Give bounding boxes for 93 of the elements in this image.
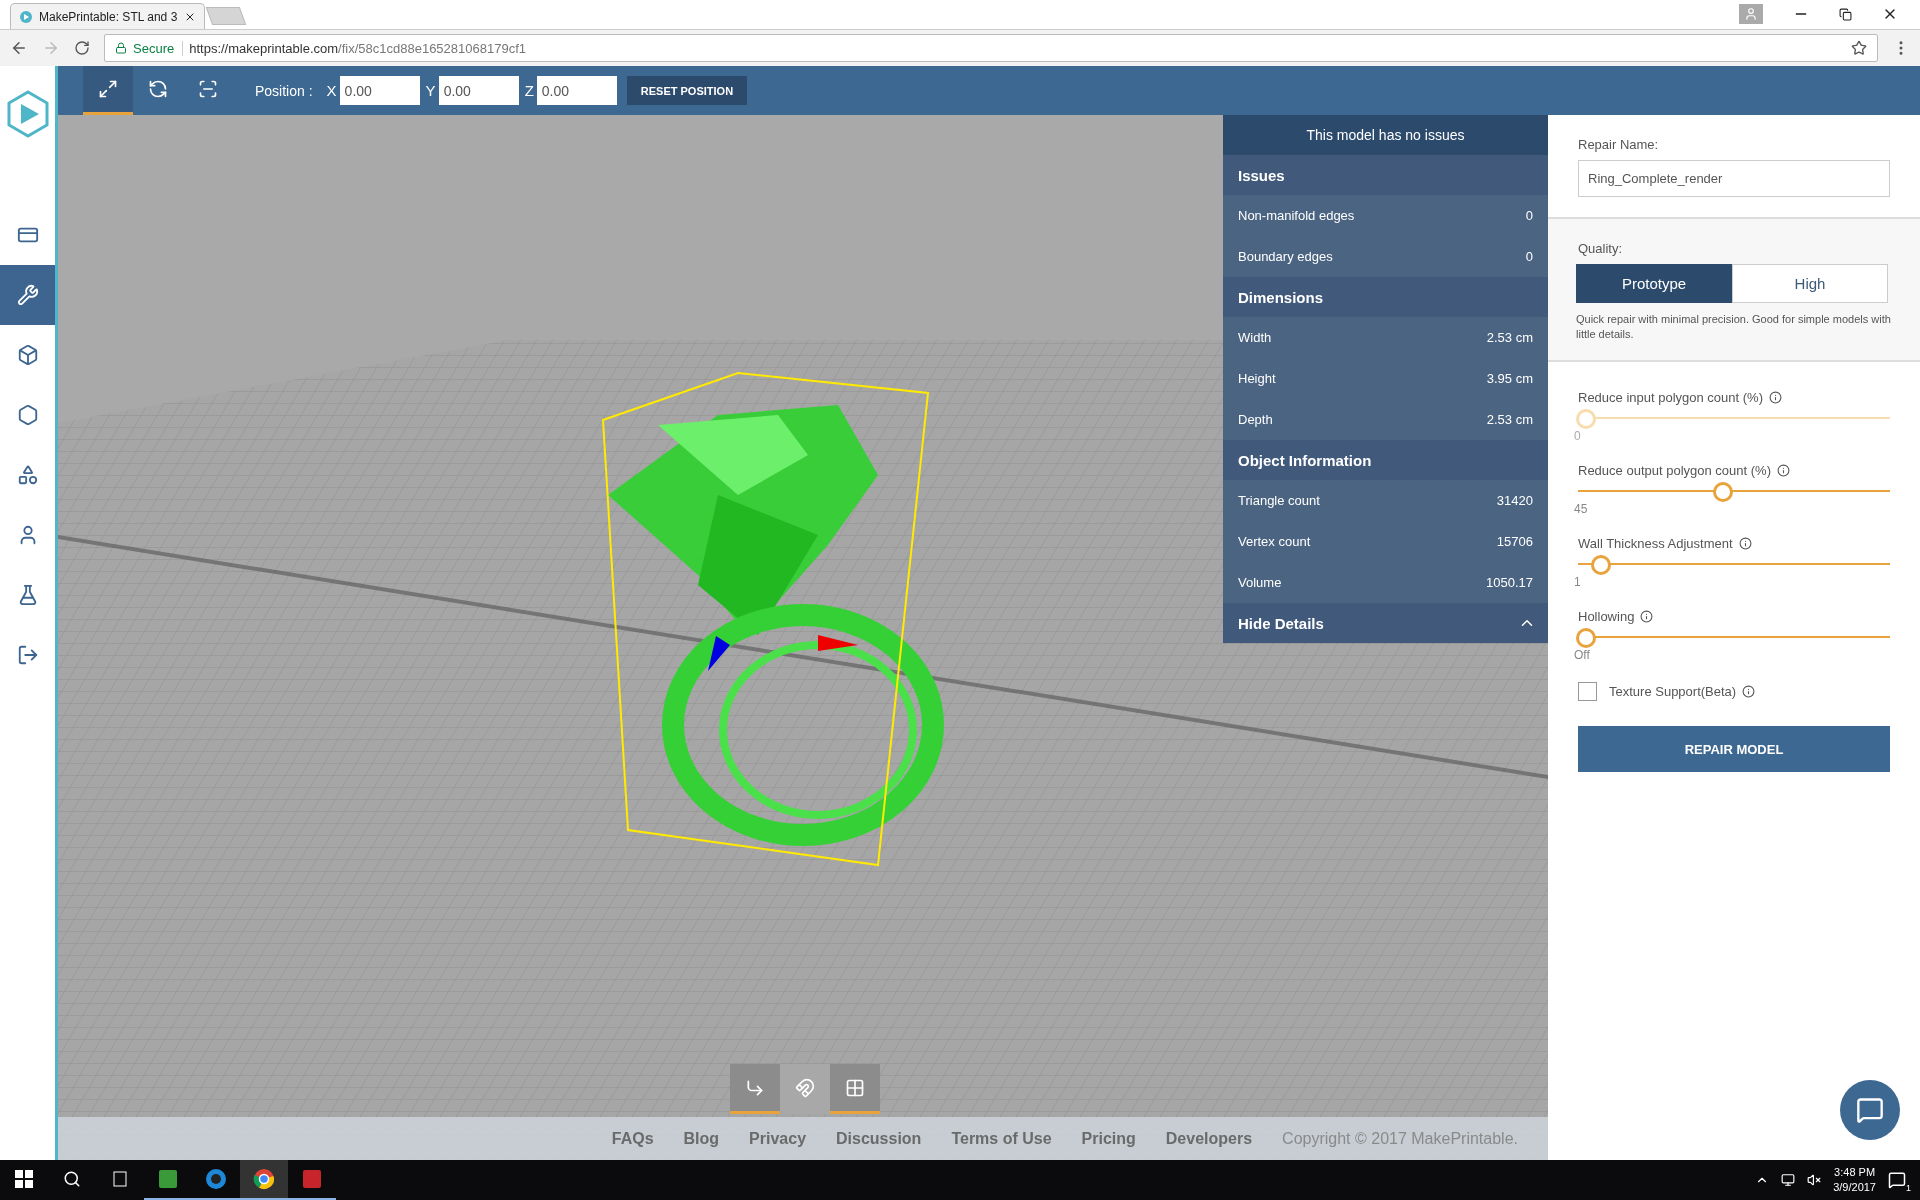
- coordinate-field[interactable]: 0.00: [536, 76, 617, 105]
- chat-button[interactable]: [1840, 1080, 1900, 1140]
- quality-option[interactable]: High: [1732, 264, 1888, 303]
- notification-icon[interactable]: [1888, 1171, 1906, 1189]
- cube-icon: [16, 344, 39, 366]
- info-label: Depth: [1238, 412, 1273, 427]
- copyright-text: Copyright © 2017 MakePrintable.: [1282, 1129, 1518, 1148]
- info-label: Triangle count: [1238, 493, 1320, 508]
- frame-icon: [198, 79, 218, 99]
- chat-icon: [1856, 1096, 1884, 1124]
- info-icon[interactable]: [1738, 537, 1752, 550]
- view-tool-button[interactable]: [830, 1064, 880, 1114]
- axis-label: Y: [425, 82, 436, 99]
- back-icon[interactable]: [10, 39, 28, 57]
- app-icon[interactable]: [205, 1168, 227, 1190]
- clock-time: 3:48 PM: [1833, 1165, 1876, 1180]
- network-icon[interactable]: [1781, 1173, 1796, 1187]
- search-icon[interactable]: [63, 1170, 81, 1188]
- reload-icon[interactable]: [74, 40, 90, 56]
- info-label: Vertex count: [1238, 534, 1311, 549]
- slider-label: Reduce input polygon count (%): [1578, 390, 1763, 405]
- quality-option[interactable]: Prototype: [1576, 264, 1732, 303]
- bookmark-icon[interactable]: [1851, 40, 1867, 56]
- windows-start-icon[interactable]: [15, 1170, 33, 1188]
- slider-value: 0: [1574, 429, 1581, 443]
- wrench-icon: [16, 284, 39, 306]
- axis-label: X: [326, 82, 337, 99]
- grid-icon: [845, 1077, 865, 1098]
- browser-tab[interactable]: MakePrintable: STL and 3: [10, 3, 205, 29]
- url-text: https://makeprintable.com/fix/58c1cd88e165281068179cf1: [189, 40, 526, 56]
- notification-count: 1: [1906, 1183, 1911, 1193]
- logo-icon: [5, 90, 50, 138]
- favicon-icon: [19, 9, 33, 24]
- secure-label: Secure: [133, 40, 184, 56]
- slider-label: Reduce output polygon count (%): [1578, 463, 1771, 478]
- info-icon[interactable]: [1742, 685, 1756, 698]
- toolbar-button[interactable]: [83, 66, 133, 115]
- info-value: 1050.17: [1486, 575, 1533, 590]
- address-bar[interactable]: Secure https://makeprintable.com/fix/58c1cd88e165281068179cf1: [104, 34, 1878, 62]
- checkbox-label: Texture Support(Beta): [1609, 684, 1737, 699]
- app-icon[interactable]: [301, 1168, 323, 1190]
- volume-muted-icon[interactable]: [1807, 1173, 1822, 1187]
- info-value: 31420: [1496, 493, 1533, 508]
- slider-label: Hollowing: [1578, 609, 1635, 624]
- info-value: 2.53 cm: [1486, 412, 1533, 427]
- expand-icon: [98, 79, 118, 99]
- coordinate-field[interactable]: 0.00: [438, 76, 519, 105]
- slider-value: 1: [1574, 575, 1581, 589]
- slider[interactable]: [1578, 482, 1890, 500]
- restore-icon[interactable]: [1839, 7, 1852, 21]
- clock-date: 3/9/2017: [1833, 1180, 1876, 1195]
- browser-app-icon[interactable]: [253, 1168, 275, 1190]
- slider[interactable]: [1578, 628, 1890, 646]
- task-view-icon[interactable]: [110, 1171, 130, 1187]
- section-heading: Object Information: [1223, 440, 1548, 480]
- info-value: 3.95 cm: [1486, 371, 1533, 386]
- section-heading: Issues: [1223, 155, 1548, 195]
- info-icon[interactable]: [1640, 610, 1654, 623]
- reset-position-button[interactable]: RESET POSITION: [626, 76, 748, 105]
- slider-label: Wall Thickness Adjustment: [1578, 536, 1733, 551]
- lock-icon: [115, 42, 127, 54]
- rotate-icon: [148, 79, 168, 99]
- details-toggle[interactable]: Hide Details: [1223, 603, 1548, 643]
- sidebar-item[interactable]: [0, 265, 55, 325]
- info-label: Volume: [1238, 575, 1282, 590]
- info-value: 0: [1525, 249, 1533, 264]
- magnet-icon: [795, 1077, 815, 1098]
- info-value: 15706: [1496, 534, 1533, 549]
- repair-model-button[interactable]: REPAIR MODEL: [1578, 726, 1890, 772]
- quality-hint: Quick repair with minimal precision. Good for simple models with little details.: [1576, 312, 1892, 342]
- app-icon[interactable]: [157, 1168, 179, 1190]
- info-label: Boundary edges: [1238, 249, 1333, 264]
- slider-value: 45: [1574, 502, 1588, 516]
- axis-label: Z: [524, 82, 534, 99]
- section-heading: Dimensions: [1223, 277, 1548, 317]
- field-label: Repair Name:: [1578, 137, 1660, 152]
- info-label: Non-manifold edges: [1238, 208, 1355, 223]
- info-label: Height: [1238, 371, 1276, 386]
- info-icon[interactable]: [1776, 464, 1790, 477]
- info-icon[interactable]: [1769, 391, 1782, 404]
- field-label: Quality:: [1578, 241, 1624, 256]
- position-label: Position :: [255, 82, 313, 99]
- checkbox[interactable]: [1578, 682, 1597, 701]
- shapes-icon: [16, 464, 39, 486]
- status-banner: This model has no issues: [1223, 115, 1548, 155]
- logout-icon: [16, 644, 39, 666]
- info-label: Width: [1238, 330, 1272, 345]
- repair-name-field[interactable]: Ring_Complete_render: [1578, 160, 1890, 197]
- slider[interactable]: [1578, 555, 1890, 573]
- slider-value: Off: [1574, 648, 1590, 662]
- info-value: 0: [1525, 208, 1533, 223]
- info-value: 2.53 cm: [1486, 330, 1533, 345]
- coordinate-field[interactable]: 0.00: [339, 76, 420, 105]
